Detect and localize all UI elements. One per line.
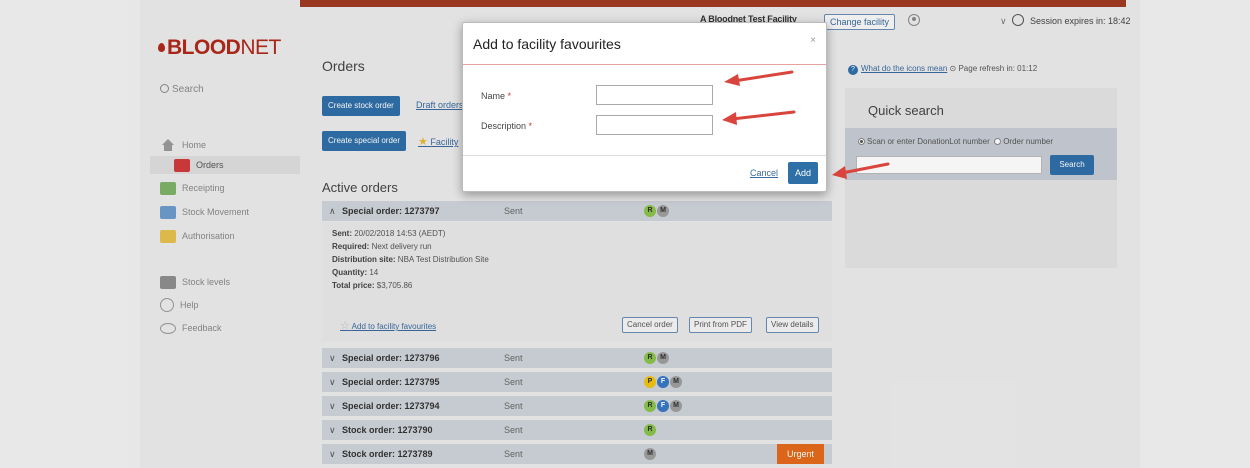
cancel-button[interactable]: Cancel — [750, 168, 778, 178]
annotation-arrow-add — [832, 162, 890, 179]
description-field[interactable] — [596, 115, 713, 135]
modal-divider — [463, 64, 826, 65]
name-label: Name * — [481, 91, 512, 101]
annotation-arrow-description — [722, 110, 796, 125]
description-label: Description * — [481, 121, 533, 131]
close-icon[interactable]: × — [810, 35, 816, 46]
modal-footer-divider — [463, 155, 826, 156]
name-field[interactable] — [596, 85, 713, 105]
add-button[interactable]: Add — [788, 162, 818, 184]
annotation-arrow-name — [724, 70, 794, 86]
modal-title: Add to facility favourites — [473, 36, 621, 52]
